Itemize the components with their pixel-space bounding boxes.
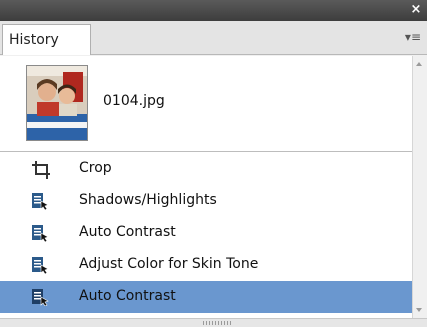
history-step-crop[interactable]: Crop — [0, 153, 412, 185]
history-step-label: Adjust Color for Skin Tone — [79, 256, 259, 272]
crop-icon — [31, 160, 50, 179]
history-step-shadows-highlights[interactable]: Shadows/Highlights — [0, 185, 412, 217]
close-icon[interactable]: × — [409, 3, 423, 17]
panel-resize-footer[interactable] — [0, 318, 427, 327]
vertical-scrollbar[interactable] — [412, 56, 427, 318]
snapshot-label: 0104.jpg — [103, 93, 165, 109]
panel-titlebar[interactable]: × — [0, 0, 427, 21]
tab-history[interactable]: History — [2, 24, 91, 55]
history-step-label: Auto Contrast — [79, 288, 176, 304]
history-step-adjust-color-skin-tone[interactable]: Adjust Color for Skin Tone — [0, 249, 412, 281]
history-step-label: Crop — [79, 160, 112, 176]
history-step-auto-contrast-selected[interactable]: Auto Contrast — [0, 281, 412, 313]
history-snapshot[interactable]: 0104.jpg — [0, 56, 412, 152]
history-state-icon — [31, 192, 49, 211]
history-panel: × History ▾≡ 0104.jpg Crop Shadows/Highl… — [0, 0, 427, 327]
panel-menu-icon[interactable]: ▾≡ — [405, 30, 421, 44]
history-state-icon — [31, 288, 49, 307]
history-step-label: Auto Contrast — [79, 224, 176, 240]
history-state-icon — [31, 256, 49, 275]
history-step-auto-contrast[interactable]: Auto Contrast — [0, 217, 412, 249]
history-list: 0104.jpg Crop Shadows/Highlights Auto Co… — [0, 56, 412, 318]
panel-tabbar: History ▾≡ — [0, 21, 427, 55]
scroll-down-arrow-icon[interactable] — [416, 308, 422, 312]
history-step-label: Shadows/Highlights — [79, 192, 217, 208]
history-state-icon — [31, 224, 49, 243]
resize-grip-icon[interactable] — [203, 321, 231, 325]
photo-thumbnail — [26, 65, 88, 141]
scroll-up-arrow-icon[interactable] — [416, 62, 422, 66]
